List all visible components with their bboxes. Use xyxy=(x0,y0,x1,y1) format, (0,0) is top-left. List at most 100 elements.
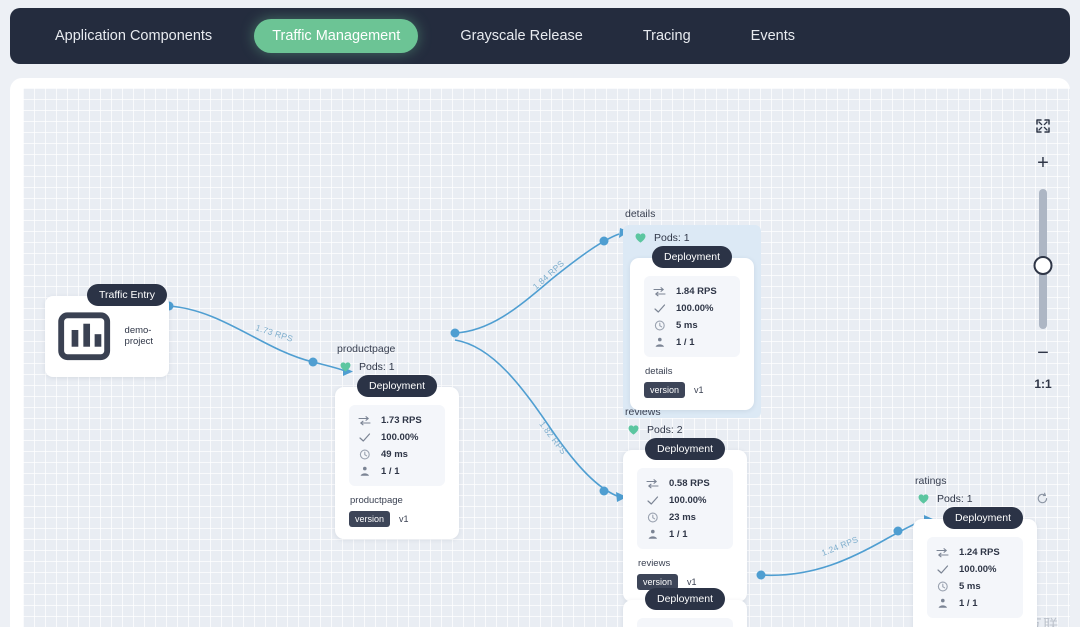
zoom-controls: + − 1:1 xyxy=(1026,118,1060,391)
pod-icon xyxy=(655,337,664,347)
clock-icon xyxy=(359,449,370,459)
node-title-ratings: ratings xyxy=(915,475,947,487)
traffic-entry-badge: Traffic Entry xyxy=(87,284,168,306)
metric-rps-details: 1.84 RPS xyxy=(653,284,732,298)
metric-latency-productpage: 49 ms xyxy=(358,447,437,461)
zoom-in-button[interactable]: + xyxy=(1037,153,1049,173)
traffic-arrows-icon xyxy=(653,286,666,296)
metrics-reviews-v1: 0.58 RPS 100.00% 23 ms 1 / 1 xyxy=(637,468,733,549)
service-name-productpage: productpage xyxy=(350,495,403,506)
panel-productpage[interactable]: 1.73 RPS 100.00% 49 ms 1 / 1 productpage… xyxy=(335,387,459,539)
traffic-arrows-icon xyxy=(936,547,949,557)
node-traffic-entry[interactable]: Traffic Entry demo-project xyxy=(45,284,169,377)
version-value: v1 xyxy=(694,385,704,395)
edge-dot xyxy=(599,486,609,496)
metric-value: 100.00% xyxy=(669,494,707,506)
pods-row-productpage: Pods: 1 xyxy=(335,360,459,373)
zoom-ratio-button[interactable]: 1:1 xyxy=(1034,377,1051,391)
zoom-slider[interactable] xyxy=(1033,189,1053,329)
pods-row-reviews: Pods: 2 xyxy=(623,423,747,436)
version-key: version xyxy=(349,511,391,527)
fullscreen-icon xyxy=(1036,119,1050,133)
traffic-arrows-icon xyxy=(358,415,371,425)
service-name-details: details xyxy=(645,366,673,377)
tab-grayscale-release[interactable]: Grayscale Release xyxy=(442,19,601,53)
edge-entry-productpage xyxy=(168,305,346,372)
metrics-reviews-v2: 1.24 RPS 100.00% xyxy=(637,618,733,627)
clock-icon xyxy=(647,512,658,522)
zoom-out-button[interactable]: − xyxy=(1037,343,1049,363)
deployment-badge-details: Deployment xyxy=(651,246,733,268)
traffic-entry-panel[interactable]: demo-project xyxy=(45,296,169,377)
panel-reviews-v1[interactable]: 0.58 RPS 100.00% 23 ms 1 / 1 reviews ver… xyxy=(623,450,747,602)
node-productpage[interactable]: productpage Pods: 1 Deployment 1.73 RPS … xyxy=(335,343,459,539)
metric-success-details: 100.00% xyxy=(653,301,732,315)
metric-value: 1 / 1 xyxy=(669,528,688,540)
version-row-details: version v1 xyxy=(644,382,740,398)
node-title-details: details xyxy=(625,208,656,220)
pod-icon xyxy=(360,466,369,476)
metric-value: 1 / 1 xyxy=(381,465,400,477)
check-icon xyxy=(647,495,659,505)
edge-label-reviews-ratings: 1.24 RPS xyxy=(820,534,860,558)
check-icon xyxy=(359,432,371,442)
version-row-productpage: version v1 xyxy=(349,511,445,527)
node-body-reviews-v1: Pods: 2 Deployment 0.58 RPS 100.00% 23 m… xyxy=(623,423,747,602)
deployment-badge-ratings: Deployment xyxy=(942,507,1024,529)
panel-details[interactable]: 1.84 RPS 100.00% 5 ms 1 / 1 details vers… xyxy=(630,258,754,410)
deployment-badge-reviews-v1: Deployment xyxy=(644,438,726,460)
health-heart-icon xyxy=(628,425,639,435)
tab-tracing[interactable]: Tracing xyxy=(625,19,709,53)
metric-value: 0.58 RPS xyxy=(669,477,710,489)
metric-pods-productpage: 1 / 1 xyxy=(358,464,437,478)
node-body-ratings: Pods: 1 Deployment 1.24 RPS 100.00% 5 ms… xyxy=(913,492,1053,627)
metric-latency-ratings: 5 ms xyxy=(936,579,1015,593)
health-heart-icon xyxy=(635,233,646,243)
metrics-details: 1.84 RPS 100.00% 5 ms 1 / 1 xyxy=(644,276,740,357)
pods-count-reviews: Pods: 2 xyxy=(647,423,683,436)
panel-ratings[interactable]: 1.24 RPS 100.00% 5 ms 1 / 1 xyxy=(913,519,1037,627)
metric-success-ratings: 100.00% xyxy=(936,562,1015,576)
deployment-badge-productpage: Deployment xyxy=(356,375,438,397)
tab-events[interactable]: Events xyxy=(733,19,813,53)
metric-pods-ratings: 1 / 1 xyxy=(936,596,1015,610)
metric-value: 100.00% xyxy=(959,563,997,575)
topology-canvas[interactable]: 1.73 RPS 1.84 RPS 1.82 RPS 1.24 RPS Traf… xyxy=(23,88,1070,627)
metric-value: 49 ms xyxy=(381,448,408,460)
tab-traffic-management[interactable]: Traffic Management xyxy=(254,19,419,53)
metrics-productpage: 1.73 RPS 100.00% 49 ms 1 / 1 xyxy=(349,405,445,486)
node-title-productpage: productpage xyxy=(337,343,396,355)
zoom-slider-knob[interactable] xyxy=(1033,256,1053,275)
edge-dot xyxy=(308,357,318,367)
node-details[interactable]: details Pods: 1 Deployment 1.84 RPS 100.… xyxy=(623,208,761,418)
health-heart-icon xyxy=(918,494,929,504)
pods-row-ratings: Pods: 1 xyxy=(913,492,1053,505)
refresh-icon[interactable] xyxy=(1036,492,1049,505)
node-body-details: Pods: 1 Deployment 1.84 RPS 100.00% 5 ms… xyxy=(623,225,761,418)
metric-value: 5 ms xyxy=(959,580,981,592)
pod-icon xyxy=(938,598,947,608)
metric-value: 100.00% xyxy=(676,302,714,314)
node-reviews-v1[interactable]: reviews Pods: 2 Deployment 0.58 RPS 100.… xyxy=(623,406,747,602)
version-value: v1 xyxy=(399,514,409,524)
fullscreen-button[interactable] xyxy=(1035,118,1051,134)
edge-dot xyxy=(893,526,903,536)
metric-rps-productpage: 1.73 RPS xyxy=(358,413,437,427)
edge-dot xyxy=(599,236,609,246)
traffic-entry-name: demo-project xyxy=(124,325,154,348)
tab-application-components[interactable]: Application Components xyxy=(37,19,230,53)
traffic-arrows-icon xyxy=(646,478,659,488)
metric-value: 100.00% xyxy=(381,431,419,443)
edge-label-productpage-reviews: 1.82 RPS xyxy=(537,419,568,456)
metric-value: 5 ms xyxy=(676,319,698,331)
pod-icon xyxy=(648,529,657,539)
node-ratings[interactable]: ratings Pods: 1 Deployment 1.24 RPS 100.… xyxy=(913,475,1053,627)
metric-value: 1.84 RPS xyxy=(676,285,717,297)
chart-bar-icon xyxy=(58,312,111,361)
edge-productpage-reviews xyxy=(454,339,618,497)
metrics-ratings: 1.24 RPS 100.00% 5 ms 1 / 1 xyxy=(927,537,1023,618)
metric-rps-reviews-v1: 0.58 RPS xyxy=(646,476,725,490)
top-navigation-bar: Application Components Traffic Managemen… xyxy=(10,8,1070,64)
edge-label-productpage-details: 1.84 RPS xyxy=(531,258,567,291)
metric-success-reviews-v1: 100.00% xyxy=(646,493,725,507)
